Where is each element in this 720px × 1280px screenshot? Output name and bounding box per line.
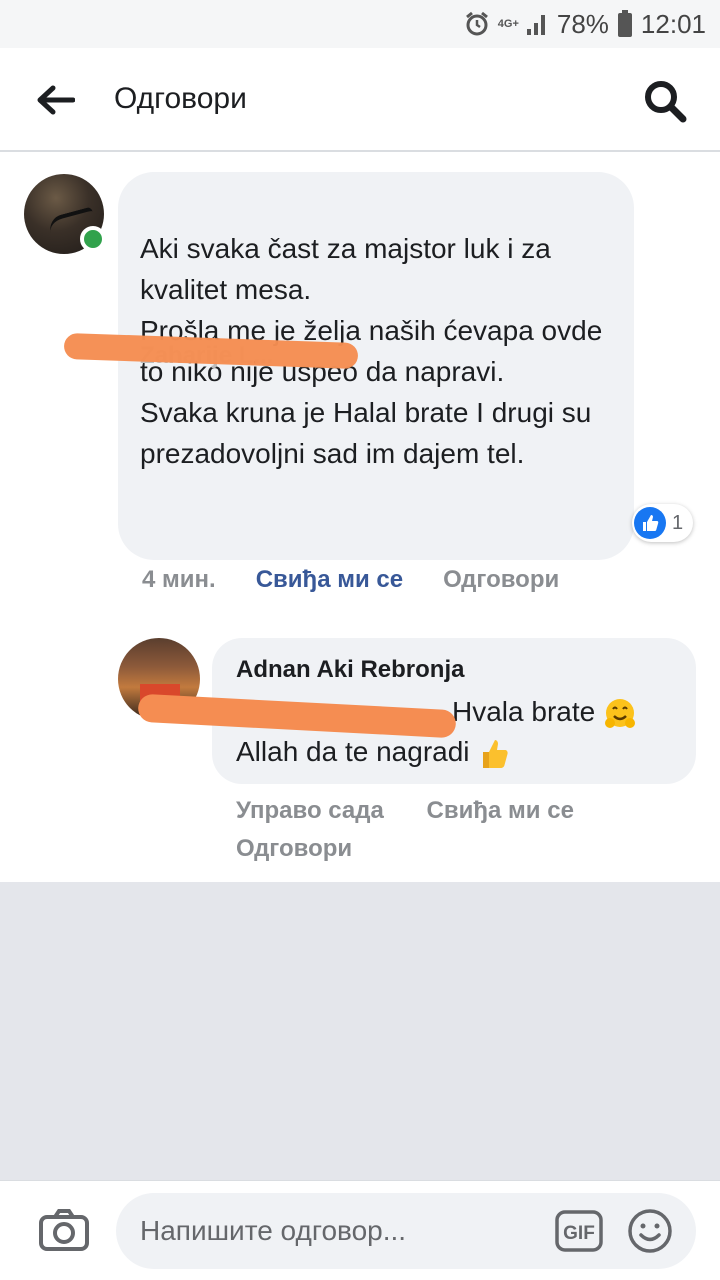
gif-label: GIF: [563, 1223, 595, 1244]
gif-button[interactable]: GIF: [554, 1209, 604, 1253]
clock: 12:01: [640, 8, 706, 39]
comment-actions: 4 мин. Свиђа ми се Одговори: [142, 566, 559, 594]
reply-reply-button[interactable]: Одговори: [236, 830, 656, 868]
emoji-button[interactable]: [626, 1207, 674, 1255]
reply-actions: Управо сада Свиђа ми се Одговори: [236, 792, 656, 868]
empty-area: [0, 882, 720, 1180]
reply-text-line1: Hvala brate: [452, 696, 596, 727]
reaction-count: 1: [672, 511, 684, 534]
composer-bar: GIF: [0, 1180, 720, 1280]
camera-button[interactable]: [36, 1205, 92, 1255]
like-button[interactable]: Свиђа ми се: [256, 566, 403, 594]
arrow-left-icon: [37, 85, 75, 115]
back-button[interactable]: [30, 78, 80, 122]
reply-like-button[interactable]: Свиђа ми се: [427, 797, 574, 824]
comments-thread: Aki svaka čast za majstor luk i za kvali…: [0, 152, 720, 882]
reply-input[interactable]: [140, 1193, 530, 1269]
reply-text-line2: Allah da te nagradi: [236, 736, 470, 767]
hugging-face-emoji-icon: [604, 698, 635, 728]
search-icon: [645, 81, 687, 123]
emoji-icon: [628, 1209, 672, 1253]
reply-input-container[interactable]: GIF: [116, 1193, 696, 1269]
status-bar: 4G+ 78% 12:01: [0, 0, 720, 48]
signal-icon: [525, 11, 549, 37]
reply-button[interactable]: Одговори: [443, 566, 559, 594]
camera-icon: [39, 1209, 89, 1251]
thumbs-up-emoji-icon: [483, 739, 508, 768]
comment-time: 4 мин.: [142, 566, 216, 593]
page-title: Одговори: [114, 82, 247, 115]
app-header: Одговори: [0, 48, 720, 152]
search-button[interactable]: [640, 76, 690, 126]
reply-author[interactable]: Adnan Aki Rebronja: [236, 656, 464, 684]
online-indicator: [80, 226, 106, 252]
reply-time: Управо сада: [236, 797, 384, 824]
thumbs-up-icon: [634, 507, 666, 539]
alarm-icon: [464, 11, 490, 37]
network-type: 4G+: [497, 17, 519, 30]
battery-icon: [617, 10, 633, 38]
battery-percent: 78%: [556, 8, 609, 39]
reaction-summary[interactable]: 1: [632, 504, 694, 542]
